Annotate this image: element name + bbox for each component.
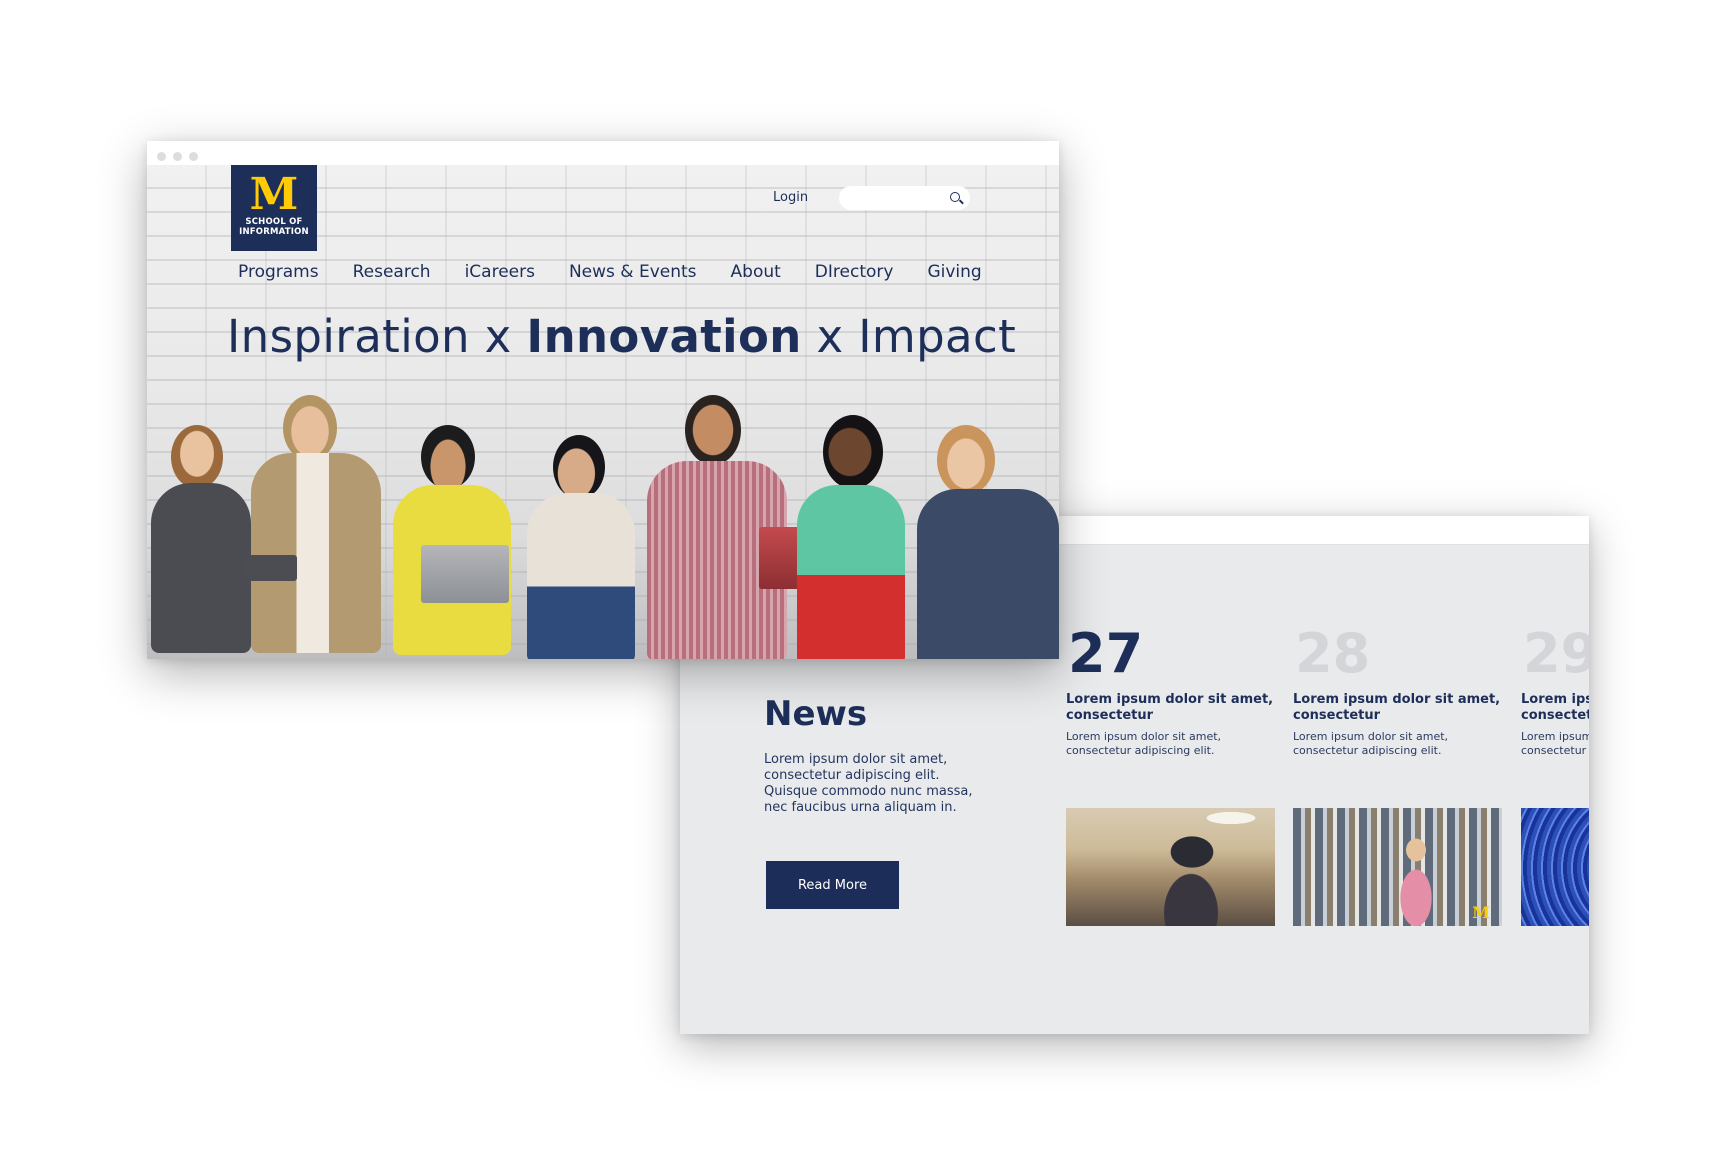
news-card-image-vr[interactable]	[1066, 808, 1275, 926]
logo-text-line1: SCHOOL OF	[245, 217, 303, 227]
nav-item-directory[interactable]: DIrectory	[815, 262, 894, 282]
news-intro-text: Lorem ipsum dolor sit amet, consectetur …	[764, 752, 973, 815]
main-nav: Programs Research iCareers News & Events…	[238, 262, 982, 282]
search-icon[interactable]	[950, 192, 960, 202]
nav-item-giving[interactable]: Giving	[927, 262, 981, 282]
window-maximize-dot-icon[interactable]	[189, 152, 198, 161]
school-logo[interactable]: M SCHOOL OF INFORMATION	[231, 165, 317, 251]
nav-item-icareers[interactable]: iCareers	[465, 262, 535, 282]
read-more-button[interactable]: Read More	[766, 861, 899, 909]
news-card-title[interactable]: Lorem ipsum dolor sit amet, consectetur	[1293, 692, 1502, 724]
news-card-image-library[interactable]: M	[1293, 808, 1502, 926]
search-box[interactable]	[839, 186, 970, 210]
block-m-icon: M	[249, 169, 299, 220]
michigan-logo-icon: M	[1472, 903, 1490, 922]
hero-section: M SCHOOL OF INFORMATION Login Programs R…	[147, 165, 1059, 659]
logo-text-line2: INFORMATION	[239, 227, 309, 237]
nav-item-news-events[interactable]: News & Events	[569, 262, 697, 282]
news-date-number: 28	[1295, 622, 1371, 685]
hero-headline: Inspiration x Innovation x Impact	[227, 310, 1016, 363]
headline-part-1: Inspiration x	[227, 310, 527, 363]
headline-part-3: x Impact	[801, 310, 1017, 363]
news-card-27[interactable]: 27 Lorem ipsum dolor sit amet, consectet…	[1066, 622, 1275, 926]
window-close-dot-icon[interactable]	[157, 152, 166, 161]
headline-part-2: Innovation	[526, 310, 802, 363]
nav-item-research[interactable]: Research	[353, 262, 431, 282]
news-card-text: Lorem ipsum dolor sit amet, consectetur …	[1293, 730, 1449, 757]
news-heading: News	[764, 694, 868, 734]
news-date-number: 27	[1068, 622, 1144, 685]
login-link[interactable]: Login	[773, 190, 808, 205]
nav-item-about[interactable]: About	[731, 262, 781, 282]
home-window: M SCHOOL OF INFORMATION Login Programs R…	[147, 141, 1059, 659]
hero-group-photo	[147, 395, 1059, 659]
window-minimize-dot-icon[interactable]	[173, 152, 182, 161]
news-date-number: 29	[1523, 622, 1589, 685]
news-card-text: Lorem ipsum dolor sit amet, consectetur …	[1066, 730, 1222, 757]
news-card-image-tunnel[interactable]	[1521, 808, 1589, 926]
search-input[interactable]	[849, 189, 947, 209]
library-person-figure	[1393, 836, 1439, 926]
news-card-28[interactable]: 28 Lorem ipsum dolor sit amet, consectet…	[1293, 622, 1502, 926]
browser-titlebar	[147, 141, 1059, 165]
news-card-title[interactable]: Lorem ipsum dolor sit amet, consectetur	[1521, 692, 1589, 724]
news-card-title[interactable]: Lorem ipsum dolor sit amet, consectetur	[1066, 692, 1275, 724]
nav-item-programs[interactable]: Programs	[238, 262, 319, 282]
news-card-29[interactable]: 29 Lorem ipsum dolor sit amet, consectet…	[1521, 622, 1589, 926]
news-card-text: Lorem ipsum dolor sit amet, consectetur …	[1521, 730, 1589, 757]
